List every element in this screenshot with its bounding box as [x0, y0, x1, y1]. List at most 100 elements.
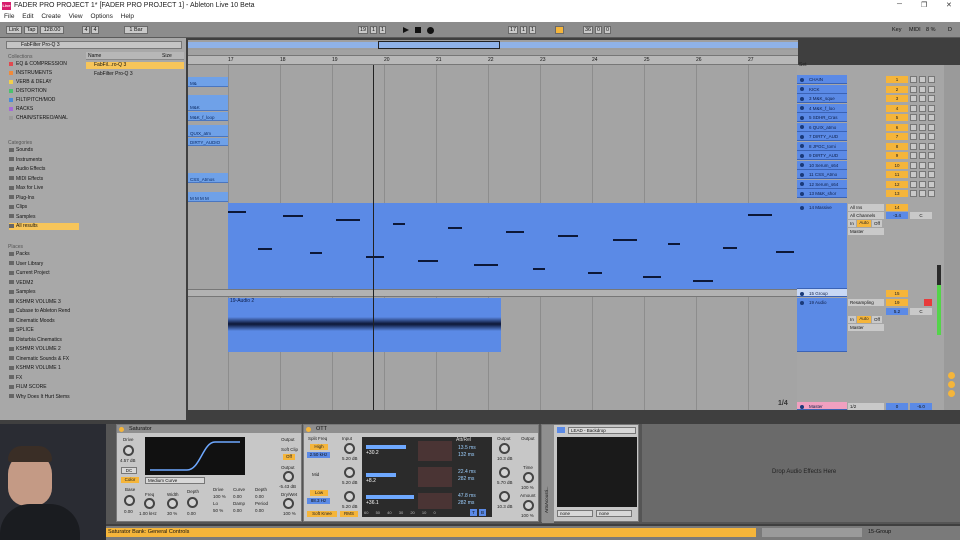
- track-fold-icon[interactable]: [800, 144, 804, 148]
- column-name-header[interactable]: Name: [88, 53, 101, 59]
- track-header[interactable]: 10 Serum_s64: [797, 160, 847, 170]
- place-item[interactable]: KSHMR VOLUME 3: [9, 299, 61, 306]
- track-monitor-button[interactable]: [928, 161, 935, 169]
- midi-map-button[interactable]: MIDI: [909, 27, 921, 33]
- drop-zone[interactable]: Drop Audio Effects Here: [642, 424, 960, 522]
- track-header[interactable]: 12 Serum_s64: [797, 179, 847, 189]
- low-freq-value[interactable]: 88.3 Hz: [307, 498, 330, 504]
- freq-value[interactable]: 1.00 kHz: [139, 511, 157, 516]
- ws-damp-value[interactable]: 0.00: [233, 508, 242, 513]
- out-high-knob[interactable]: [499, 443, 510, 454]
- width-value[interactable]: 30 %: [167, 511, 177, 516]
- beat-time-ruler[interactable]: 17 18 19 20 21 22 23 24 25 26 27: [188, 55, 798, 65]
- macro-select-1[interactable]: none: [557, 510, 593, 517]
- track-activator[interactable]: 9: [886, 152, 908, 159]
- top-toggle[interactable]: T: [470, 509, 477, 516]
- midi-note[interactable]: [258, 248, 272, 250]
- track-19-activator[interactable]: 19: [886, 299, 908, 306]
- arrangement-clip[interactable]: M&: [188, 77, 228, 87]
- track-activator[interactable]: 5: [886, 114, 908, 121]
- track-solo-button[interactable]: [910, 180, 917, 188]
- status-input[interactable]: [762, 528, 862, 537]
- rms-button[interactable]: RMS: [340, 511, 358, 517]
- midi-note[interactable]: [448, 227, 462, 229]
- menu-options[interactable]: Options: [90, 12, 112, 22]
- track-activator[interactable]: 11: [886, 171, 908, 178]
- track-activator[interactable]: 6: [886, 123, 908, 131]
- track-monitor-button[interactable]: [928, 85, 935, 93]
- track-15-activator[interactable]: 15: [886, 290, 908, 297]
- track-header[interactable]: 11 CSS_Atmo: [797, 170, 847, 179]
- track-19-audio[interactable]: 19 Audio: [797, 298, 847, 352]
- high-input-knob[interactable]: [344, 443, 355, 454]
- category-item[interactable]: Max for Live: [9, 185, 79, 192]
- midi-note[interactable]: [558, 235, 578, 237]
- track-arm-button[interactable]: [919, 133, 926, 140]
- low-input-knob[interactable]: [344, 491, 355, 502]
- base-value[interactable]: 0.00: [124, 509, 133, 514]
- category-item[interactable]: Clips: [9, 204, 79, 211]
- place-item[interactable]: Cinematic Sounds & FX: [9, 356, 69, 363]
- midi-note[interactable]: [283, 215, 303, 217]
- arts-plugin-window[interactable]: [557, 437, 637, 507]
- arrangement-clip[interactable]: DIRTY_AUDIO: [188, 138, 228, 146]
- track-activator[interactable]: 13: [886, 190, 908, 197]
- category-item[interactable]: Samples: [9, 214, 79, 221]
- link-button[interactable]: Link: [6, 26, 22, 34]
- track-fold-icon[interactable]: [800, 96, 804, 101]
- quantize-menu[interactable]: 1 Bar: [124, 26, 148, 34]
- master-volume[interactable]: 0: [886, 403, 908, 410]
- place-item[interactable]: FILM SCORE: [9, 384, 47, 391]
- audio-monitor-auto[interactable]: Auto: [857, 316, 871, 323]
- massive-channel-select[interactable]: All Channels: [848, 212, 884, 219]
- track-arm-button[interactable]: [919, 152, 926, 159]
- arrangement-clip[interactable]: M&K_f_loop: [188, 112, 228, 121]
- preset-select[interactable]: LEAD - Backdrop: [568, 427, 636, 434]
- output-value[interactable]: -5.43 dB: [279, 484, 296, 489]
- master-pan[interactable]: -6.0: [910, 403, 932, 410]
- track-header[interactable]: CHAIN: [797, 75, 847, 84]
- massive-input-select[interactable]: All Ins: [848, 204, 884, 211]
- dry-wet-knob[interactable]: [283, 498, 294, 509]
- place-item[interactable]: Cinematic Moods: [9, 318, 55, 325]
- right-scroll-column[interactable]: [944, 65, 960, 410]
- out-high-value[interactable]: 10.3 dB: [497, 456, 513, 461]
- place-item[interactable]: Disturbia Cinematics: [9, 337, 62, 344]
- menu-create[interactable]: Create: [41, 12, 61, 22]
- track-solo-button[interactable]: [910, 152, 917, 159]
- soft-clip-toggle[interactable]: Off: [283, 454, 295, 460]
- track-14-massive[interactable]: 14 Massive: [797, 203, 847, 289]
- menu-edit[interactable]: Edit: [22, 12, 33, 22]
- midi-clip-massive[interactable]: [228, 203, 798, 289]
- width-knob[interactable]: [167, 498, 178, 509]
- track-solo-button[interactable]: [910, 114, 917, 121]
- mid-attack-value[interactable]: 22.4 ms: [458, 469, 476, 475]
- audio-monitor-in[interactable]: In: [848, 316, 856, 323]
- place-item[interactable]: Samples: [9, 289, 35, 296]
- track-header[interactable]: 7 DIRTY_AUD: [797, 132, 847, 141]
- track-monitor-button[interactable]: [928, 114, 935, 121]
- massive-volume[interactable]: -3.4: [886, 212, 908, 219]
- track-solo-button[interactable]: [910, 123, 917, 131]
- menu-help[interactable]: Help: [121, 12, 134, 22]
- track-activator[interactable]: 2: [886, 85, 908, 93]
- track-solo-button[interactable]: [910, 104, 917, 112]
- ws-period-value[interactable]: 0.00: [255, 508, 264, 513]
- track-solo-button[interactable]: [910, 76, 917, 83]
- track-monitor-button[interactable]: [928, 190, 935, 197]
- track-arm-button[interactable]: [919, 104, 926, 112]
- track-monitor-button[interactable]: [928, 76, 935, 83]
- track-arm-button[interactable]: [919, 85, 926, 93]
- amount-value[interactable]: 100 %: [521, 513, 534, 518]
- arrangement-clip[interactable]: M&K: [188, 95, 228, 111]
- high-release-value[interactable]: 132 ms: [458, 452, 474, 458]
- audio-pan[interactable]: C: [910, 308, 932, 315]
- high-attack-value[interactable]: 13.5 ms: [458, 445, 476, 451]
- tap-button[interactable]: Tap: [24, 26, 38, 34]
- arrangement-clip[interactable]: CSS_Atmos: [188, 173, 228, 183]
- midi-note[interactable]: [613, 239, 637, 241]
- track-arm-button[interactable]: [919, 161, 926, 169]
- track-fold-icon[interactable]: [800, 125, 804, 129]
- key-map-button[interactable]: Key: [892, 27, 901, 33]
- track-14-activator[interactable]: 14: [886, 204, 908, 211]
